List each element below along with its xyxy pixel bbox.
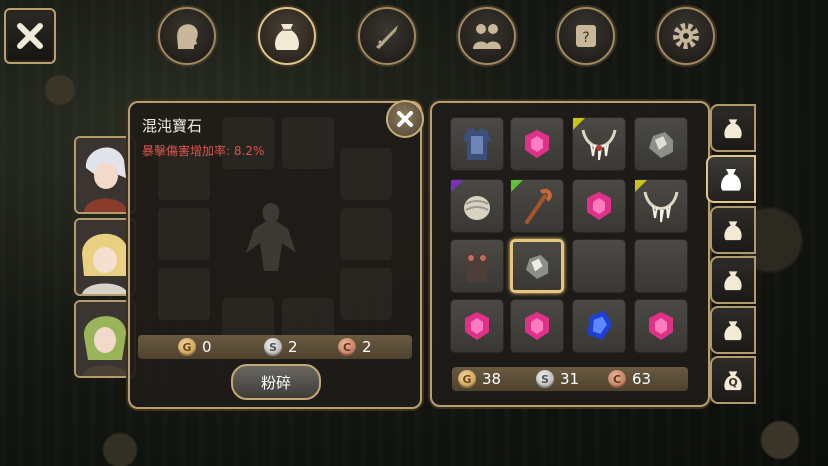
item-stat: 暴擊傷害增加率: 8.2% [142, 144, 265, 158]
right-copper-value: 63 [632, 370, 652, 388]
inventory-slot[interactable] [634, 299, 688, 353]
copper-coin-icon: C [608, 370, 626, 388]
armor-item-icon [463, 128, 491, 160]
equip-slot [340, 148, 392, 200]
inventory-slot[interactable] [510, 117, 564, 171]
tab-settings[interactable] [657, 7, 715, 65]
copper-coin-icon: C [338, 338, 356, 356]
rarity-marker [573, 118, 585, 130]
bag-icon [275, 24, 299, 50]
blue-gem-icon [587, 310, 613, 341]
quest-bag-icon: Q [720, 367, 746, 393]
side-tab-bag-3[interactable] [710, 206, 756, 254]
silver-coin-icon: S [264, 338, 282, 356]
equip-slot [158, 208, 210, 260]
tab-bag[interactable] [258, 7, 316, 65]
rarity-marker [451, 180, 463, 192]
inventory-slot-selected[interactable] [510, 239, 564, 293]
left-gold-value: 0 [202, 338, 212, 356]
close-button[interactable] [4, 8, 56, 64]
equip-slot [340, 208, 392, 260]
head-icon [177, 24, 198, 49]
pink-gem-icon [465, 312, 489, 340]
side-tab-bag-4[interactable] [710, 256, 756, 304]
svg-text:?: ? [582, 30, 589, 46]
inventory-slot[interactable] [450, 117, 504, 171]
side-tab-bag-5[interactable] [710, 306, 756, 354]
people-icon [473, 24, 501, 49]
equip-slot [282, 117, 334, 169]
inventory-slot[interactable] [572, 117, 626, 171]
green-hair-hero-avatar [76, 302, 134, 376]
inventory-slot[interactable] [634, 179, 688, 233]
bag-icon [724, 321, 742, 341]
smash-button[interactable]: 粉碎 [231, 364, 321, 400]
inventory-panel: G 38 S 31 C 63 [430, 101, 710, 407]
bag-icon [724, 221, 742, 241]
left-silver-value: 2 [288, 338, 298, 356]
quest-bag-letter: Q [728, 376, 738, 389]
bag-icon [724, 119, 742, 139]
left-currency-bar: G 0 S 2 C 2 [138, 335, 412, 359]
portrait-hero-1[interactable] [74, 136, 136, 214]
silver-coin-icon: S [536, 370, 554, 388]
equip-slot [340, 268, 392, 320]
tab-character[interactable] [158, 7, 216, 65]
side-tab-quest-bag[interactable]: Q [710, 356, 756, 404]
bag-icon [721, 169, 741, 191]
right-currency-bar: G 38 S 31 C 63 [452, 367, 688, 391]
rarity-marker [635, 180, 647, 192]
close-detail-button[interactable] [386, 100, 424, 138]
portrait-hero-2[interactable] [74, 218, 136, 296]
pink-gem-icon [587, 192, 611, 220]
gear-icon [673, 23, 699, 49]
pink-gem-icon [649, 312, 673, 340]
bag-icon [724, 271, 742, 291]
inventory-slot[interactable] [510, 179, 564, 233]
tab-party[interactable] [458, 7, 516, 65]
right-silver-value: 31 [560, 370, 580, 388]
side-tab-bag-1[interactable] [710, 104, 756, 152]
blonde-hero-avatar [76, 220, 134, 294]
inventory-slot[interactable] [510, 299, 564, 353]
tab-skills[interactable] [358, 7, 416, 65]
inventory-slot-empty[interactable] [634, 239, 688, 293]
inventory-slot[interactable] [450, 299, 504, 353]
side-tab-bag-2[interactable] [706, 155, 756, 203]
inventory-slot[interactable] [572, 299, 626, 353]
pink-gem-icon [525, 130, 549, 158]
inventory-slot[interactable] [634, 117, 688, 171]
sword-icon [376, 25, 398, 49]
close-icon [397, 111, 413, 127]
gold-coin-icon: G [458, 370, 476, 388]
inventory-slot[interactable] [450, 239, 504, 293]
close-icon [17, 23, 43, 49]
ore-icon [649, 132, 673, 158]
gold-coin-icon: G [178, 338, 196, 356]
inventory-slot[interactable] [572, 179, 626, 233]
rarity-marker [511, 180, 523, 192]
scroll-icon: ? [576, 25, 596, 47]
character-silhouette-icon [246, 203, 296, 271]
inventory-slot-empty[interactable] [572, 239, 626, 293]
pink-gem-icon [525, 312, 549, 340]
tab-quest[interactable]: ? [557, 7, 615, 65]
white-hair-hero-avatar [76, 138, 134, 212]
portrait-hero-3[interactable] [74, 300, 136, 378]
right-gold-value: 38 [482, 370, 502, 388]
item-title: 混沌寶石 [142, 117, 203, 135]
dark-armor-icon [463, 252, 491, 282]
left-copper-value: 2 [362, 338, 372, 356]
chaos-gem-ore-icon [525, 254, 549, 279]
inventory-slot[interactable] [450, 179, 504, 233]
item-detail-panel: 混沌寶石 暴擊傷害增加率: 8.2% G 0 S 2 C 2 [128, 101, 422, 409]
equip-slot [158, 268, 210, 320]
